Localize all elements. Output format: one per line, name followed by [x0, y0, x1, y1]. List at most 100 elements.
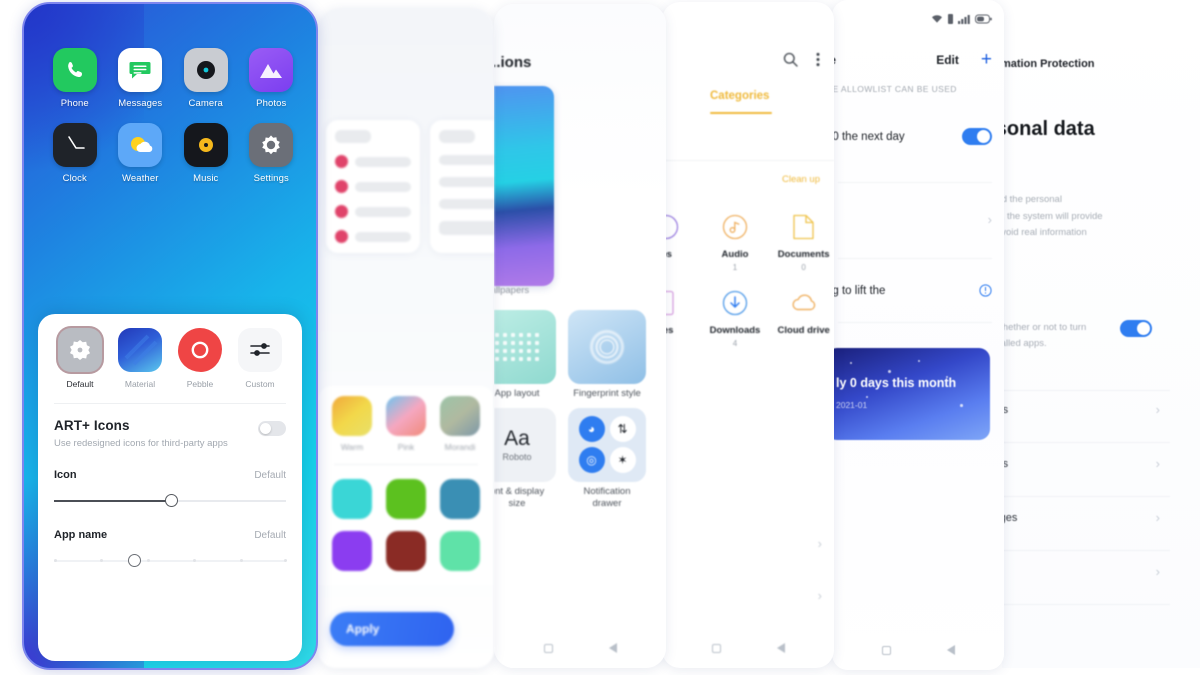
app-label: Clock	[62, 173, 87, 184]
file-manager-row-1[interactable]: ›	[662, 536, 822, 551]
tab-categories[interactable]: Categories	[710, 90, 769, 102]
privacy-item-call-logs[interactable]: logs ›	[1002, 402, 1160, 417]
palette-swatch	[332, 396, 372, 436]
privacy-heading: rsonal data	[1002, 118, 1095, 140]
color-swatch-cell[interactable]	[384, 531, 428, 571]
category-documents[interactable]: Documents 0	[769, 212, 834, 272]
icon-size-slider[interactable]	[54, 493, 286, 509]
more-options-icon[interactable]	[816, 52, 820, 67]
app-camera[interactable]: Camera	[173, 48, 239, 109]
allowlist-row-secondary[interactable]: ›	[832, 212, 992, 227]
icon-style-pebble[interactable]: Pebble	[170, 328, 230, 389]
privacy-breadcrumb: ormation Protection	[1002, 58, 1095, 70]
home-screen: Phone Messages Camera Photos Clock Weath…	[22, 2, 318, 670]
category-videos[interactable]: os	[662, 212, 701, 272]
back-icon[interactable]	[608, 643, 617, 653]
usage-card-date: 2021-01	[836, 400, 868, 410]
next-day-toggle[interactable]	[962, 128, 992, 145]
color-swatch	[386, 479, 426, 519]
app-clock[interactable]: Clock	[42, 123, 108, 184]
tile-font-display-size[interactable]: Aa Roboto ont & display size	[494, 407, 556, 510]
messages-icon	[118, 48, 163, 92]
weather-icon	[118, 123, 163, 167]
photos-icon	[249, 48, 294, 92]
back-icon[interactable]	[776, 643, 785, 653]
app-label: Messages	[118, 98, 163, 109]
allowlist-row-next-day[interactable]: 00 the next day	[832, 128, 992, 145]
file-manager-row-2[interactable]: ilable ›	[662, 588, 822, 603]
palette-section: Warm Pink Morandi	[318, 386, 494, 585]
privacy-master-toggle[interactable]	[1120, 320, 1152, 337]
search-icon[interactable]	[783, 52, 798, 67]
edit-button[interactable]: Edit	[936, 53, 959, 67]
art-icons-row[interactable]: ART+ Icons Use redesigned icons for thir…	[38, 404, 302, 449]
app-name-size-slider[interactable]	[54, 553, 287, 569]
palette-morandi[interactable]: Morandi	[438, 396, 482, 452]
art-icons-toggle[interactable]	[258, 421, 286, 436]
apply-button[interactable]: Apply	[330, 612, 454, 646]
icon-style-label: Material	[124, 379, 156, 389]
category-audio[interactable]: Audio 1	[701, 212, 770, 272]
signal-icon	[958, 15, 970, 24]
tab-indicator	[710, 112, 772, 114]
tile-app-layout[interactable]: App layout	[494, 310, 556, 400]
add-icon[interactable]: +	[981, 50, 992, 69]
palette-warm[interactable]: Warm	[330, 396, 374, 452]
status-bar	[931, 14, 992, 24]
info-icon[interactable]	[979, 284, 992, 297]
recents-icon[interactable]	[711, 643, 721, 653]
app-messages[interactable]: Messages	[108, 48, 174, 109]
swatch-row-2	[330, 531, 482, 571]
privacy-item-events[interactable]: ts ›	[1002, 564, 1160, 579]
app-weather[interactable]: Weather	[108, 123, 174, 184]
color-swatch-cell[interactable]	[438, 531, 482, 571]
wallpapers-label: Wallpapers	[494, 285, 530, 296]
privacy-item-contacts[interactable]: acts ›	[1002, 456, 1160, 471]
clean-up-button[interactable]: Clean up	[782, 174, 820, 185]
allowlist-row-label: ng to lift the	[832, 284, 886, 297]
icon-size-slider-block: Icon Default	[38, 469, 302, 509]
personalization-tiles: App layout Fingerprint style Aa Roboto o…	[494, 310, 664, 510]
category-pictures[interactable]: res	[662, 288, 701, 348]
ghost-card-group	[326, 120, 494, 253]
tile-label: Notification drawer	[583, 485, 631, 509]
color-swatch-cell[interactable]	[330, 479, 374, 519]
usage-summary-card[interactable]: ly 0 days this month 2021-01	[832, 348, 990, 440]
android-navbar	[832, 630, 1004, 670]
icon-style-default[interactable]: Default	[50, 328, 110, 389]
allowlist-row-lift[interactable]: ng to lift the	[832, 284, 992, 297]
recents-icon[interactable]	[881, 645, 891, 655]
art-icons-title: ART+ Icons	[54, 418, 130, 433]
color-swatch-cell[interactable]	[438, 479, 482, 519]
color-swatch-cell[interactable]	[330, 531, 374, 571]
app-photos[interactable]: Photos	[239, 48, 305, 109]
category-label: Cloud drive	[777, 325, 830, 336]
tile-fingerprint-style[interactable]: Fingerprint style	[568, 310, 646, 400]
privacy-protection-screen: ormation Protection rsonal data read the…	[1002, 4, 1200, 668]
music-icon	[183, 123, 228, 167]
app-music[interactable]: Music	[173, 123, 239, 184]
icon-style-material[interactable]: Material	[110, 328, 170, 389]
tile-notification-drawer[interactable]: ◕ ⇅ ◎ ✶ Notification drawer	[568, 407, 646, 510]
back-icon[interactable]	[946, 645, 955, 655]
palette-pink[interactable]: Pink	[384, 396, 428, 452]
category-downloads[interactable]: Downloads 4	[701, 288, 770, 348]
allowlist-settings-screen: le Edit + HE ALLOWLIST CAN BE USED 00 th…	[832, 0, 1004, 670]
color-swatch-cell[interactable]	[384, 479, 428, 519]
app-phone[interactable]: Phone	[42, 48, 108, 109]
wallpaper-preview[interactable]	[494, 86, 554, 286]
privacy-item-messages[interactable]: sages ›	[1002, 510, 1160, 525]
bluetooth-quick-icon: ✶	[609, 447, 636, 474]
material-style-icon	[118, 328, 162, 372]
color-swatch	[332, 479, 372, 519]
privacy-item-label: sages	[1002, 511, 1018, 524]
recents-icon[interactable]	[543, 643, 553, 653]
category-cloud-drive[interactable]: Cloud drive	[769, 288, 834, 348]
ghost-card	[326, 120, 420, 253]
app-settings[interactable]: Settings	[239, 123, 305, 184]
palette-label: Pink	[397, 442, 415, 452]
app-label: Music	[193, 173, 219, 184]
icon-style-custom[interactable]: Custom	[230, 328, 290, 389]
custom-style-icon	[238, 328, 282, 372]
android-navbar	[494, 628, 666, 668]
